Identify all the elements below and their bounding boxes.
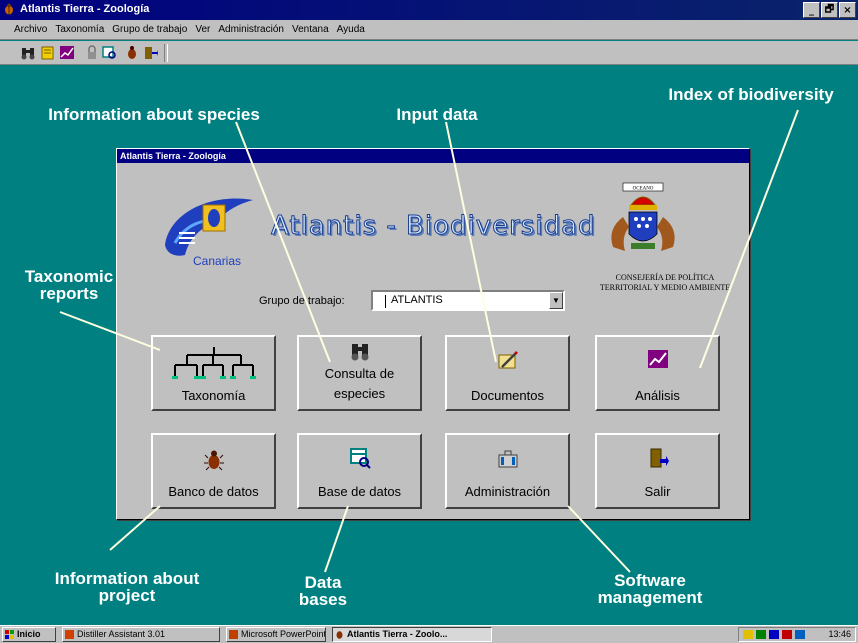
beetle-icon <box>336 631 343 639</box>
logo-text: Canarias <box>193 254 241 268</box>
distiller-icon <box>65 630 74 639</box>
annotation-project-1: Information about <box>54 569 200 588</box>
annotation-taxonomic-2: reports <box>39 284 99 303</box>
consejeria-text: CONSEJERÍA DE POLÍTICA TERRITORIAL Y MED… <box>595 273 735 293</box>
annotation-software: Software management <box>580 572 720 606</box>
lock-icon[interactable] <box>84 45 100 60</box>
chevron-down-icon[interactable]: ▼ <box>549 292 563 309</box>
administracion-button[interactable]: Administración <box>445 433 570 509</box>
taxonomia-button[interactable]: Taxonomía <box>151 335 276 411</box>
consulta-label-1: Consulta de <box>324 366 395 381</box>
base-label: Base de datos <box>317 484 402 499</box>
notebook-icon[interactable] <box>40 45 56 60</box>
analisis-label: Análisis <box>635 388 680 403</box>
taskbar: Inicio Distiller Assistant 3.01 Microsof… <box>0 625 858 643</box>
binoculars-icon[interactable] <box>20 45 36 60</box>
consejeria-line-1: CONSEJERÍA DE POLÍTICA <box>615 273 715 282</box>
annotation-databases-1: Data <box>304 573 342 592</box>
grupo-select[interactable]: ATLANTIS ▼ <box>371 290 565 311</box>
taxonomia-label: Taxonomía <box>181 388 246 403</box>
administracion-label: Administración <box>464 484 551 499</box>
notebook-pen-icon <box>498 351 518 369</box>
dialog-title: Atlantis Tierra - Zoología <box>117 149 749 163</box>
coat-of-arms-icon: OCEANO <box>611 182 675 251</box>
annotation-taxonomic: Taxonomic reports <box>14 268 124 302</box>
annotation-species: Information about species <box>48 105 260 124</box>
database-icon[interactable] <box>101 45 117 60</box>
banco-label: Banco de datos <box>168 484 259 499</box>
powerpoint-icon <box>229 630 238 639</box>
windows-logo-icon <box>5 630 14 639</box>
coat-banner: OCEANO <box>633 187 654 192</box>
system-tray: 13:46 <box>738 627 856 642</box>
binoculars-icon <box>351 344 368 361</box>
analisis-button[interactable]: Análisis <box>595 335 720 411</box>
menu-administracion[interactable]: Administración <box>218 24 284 35</box>
documentos-label: Documentos <box>471 388 544 403</box>
annotation-project-2: project <box>98 586 156 605</box>
annotation-input: Input data <box>396 105 478 124</box>
task-atlantis[interactable]: Atlantis Tierra - Zoolo... <box>332 627 492 642</box>
canarias-logo: Canarias <box>165 198 253 268</box>
consulta-especies-button[interactable]: Consulta de especies <box>297 335 422 411</box>
chart-icon <box>647 350 668 368</box>
toolbox-icon <box>498 450 517 468</box>
database-search-icon <box>349 448 371 469</box>
annotation-biodiversity: Index of biodiversity <box>668 85 834 104</box>
beetle-icon <box>5 3 13 15</box>
grupo-label: Grupo de trabajo: <box>259 295 345 307</box>
annotation-software-2: management <box>597 588 703 607</box>
menu-bar: Archivo Taxonomía Grupo de trabajo Ver A… <box>0 20 858 40</box>
beetle-icon[interactable] <box>124 45 140 60</box>
menu-ventana[interactable]: Ventana <box>292 24 329 35</box>
window-title: Atlantis Tierra - Zoología <box>20 3 150 15</box>
documentos-button[interactable]: Documentos <box>445 335 570 411</box>
menu-taxonomia[interactable]: Taxonomía <box>55 24 104 35</box>
task-atlantis-label: Atlantis Tierra - Zoolo... <box>347 629 448 639</box>
menu-ver[interactable]: Ver <box>195 24 210 35</box>
annotation-taxonomic-1: Taxonomic <box>24 267 114 286</box>
task-distiller[interactable]: Distiller Assistant 3.01 <box>62 627 220 642</box>
close-button[interactable]: × <box>839 2 856 18</box>
menu-grupo-de-trabajo[interactable]: Grupo de trabajo <box>112 24 187 35</box>
grupo-value: ATLANTIS <box>385 294 443 308</box>
exit-door-icon <box>650 448 669 468</box>
exit-icon[interactable] <box>142 45 158 60</box>
task-powerpoint[interactable]: Microsoft PowerPoint - [Pr... <box>226 627 326 642</box>
tray-icons <box>743 630 805 639</box>
clock: 13:46 <box>828 629 851 639</box>
minimize-button[interactable]: _ <box>803 2 820 18</box>
base-datos-button[interactable]: Base de datos <box>297 433 422 509</box>
annotation-databases: Data bases <box>288 574 358 608</box>
window-titlebar[interactable]: Atlantis Tierra - Zoología _ 🗗 × <box>0 0 858 20</box>
salir-label: Salir <box>644 484 671 499</box>
consulta-label-2: especies <box>333 386 386 401</box>
chart-icon[interactable] <box>59 45 75 60</box>
toolbar-separator <box>164 44 168 62</box>
annotation-project: Information about project <box>32 570 222 604</box>
consejeria-line-2: TERRITORIAL Y MEDIO AMBIENTE <box>599 283 731 292</box>
main-dialog: Atlantis Tierra - Zoología Canarias Atla… <box>116 148 750 520</box>
task-distiller-label: Distiller Assistant 3.01 <box>77 629 166 639</box>
salir-button[interactable]: Salir <box>595 433 720 509</box>
start-button[interactable]: Inicio <box>2 627 56 642</box>
annotation-software-1: Software <box>614 571 686 590</box>
menu-archivo[interactable]: Archivo <box>14 24 47 35</box>
annotation-databases-2: bases <box>298 590 348 609</box>
start-label: Inicio <box>17 629 41 639</box>
task-powerpoint-label: Microsoft PowerPoint - [Pr... <box>241 629 326 639</box>
taxonomy-tree-icon <box>171 347 256 379</box>
banco-datos-button[interactable]: Banco de datos <box>151 433 276 509</box>
restore-button[interactable]: 🗗 <box>821 2 838 18</box>
toolbar <box>0 41 858 65</box>
menu-ayuda[interactable]: Ayuda <box>337 24 365 35</box>
brand-title: Atlantis - Biodiversidad <box>271 211 596 242</box>
beetle-icon <box>203 450 224 471</box>
